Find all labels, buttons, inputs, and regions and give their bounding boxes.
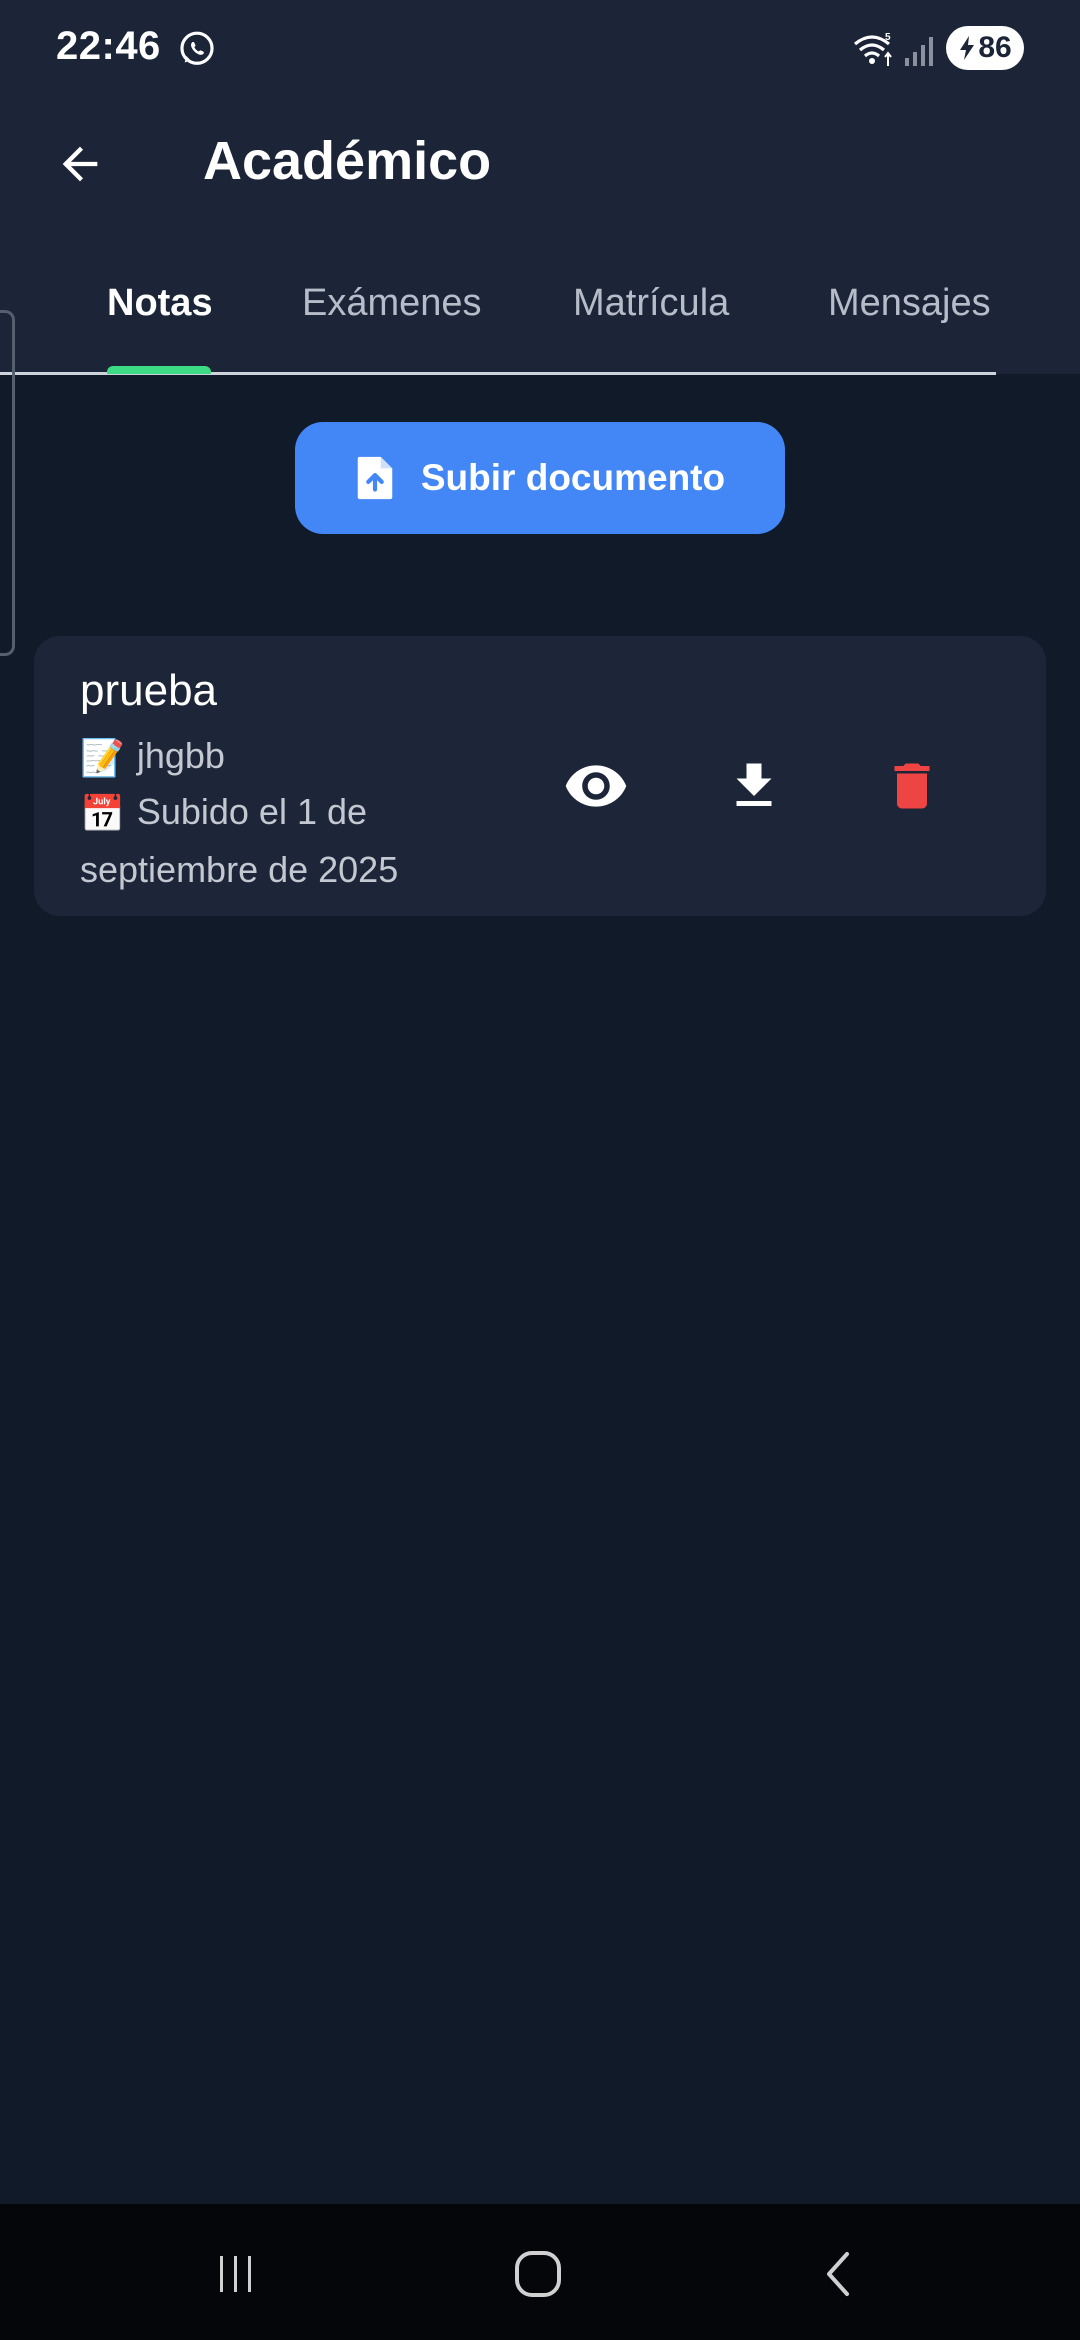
- eye-icon: [565, 765, 627, 807]
- document-card: prueba 📝 jhgbb 📅 Subido el 1 de septiembre…: [34, 636, 1046, 916]
- back-button[interactable]: [44, 128, 116, 200]
- signal-icon: [905, 37, 933, 66]
- document-title: prueba: [80, 666, 218, 715]
- download-document-button[interactable]: [714, 746, 794, 826]
- delete-document-button[interactable]: [872, 746, 952, 826]
- edge-panel-handle[interactable]: [0, 310, 15, 656]
- document-upload-date: 📅 Subido el 1 de septiembre de 2025: [80, 784, 520, 898]
- status-bar: 22:46 5 86: [0, 0, 1080, 100]
- tab-notas[interactable]: Notas: [107, 282, 213, 325]
- back-icon: [827, 2252, 849, 2296]
- tab-mensajes[interactable]: Mensajes: [828, 282, 991, 325]
- file-upload-icon: [357, 456, 393, 500]
- trash-icon: [894, 763, 930, 809]
- calendar-icon: 📅: [80, 793, 125, 835]
- system-back-button[interactable]: [800, 2244, 880, 2304]
- wifi-icon: 5: [853, 32, 892, 66]
- page-title: Académico: [203, 131, 492, 191]
- svg-text:5: 5: [885, 32, 891, 43]
- charging-bolt-icon: [960, 36, 975, 60]
- home-icon: [515, 2251, 561, 2297]
- tab-matricula[interactable]: Matrícula: [573, 282, 729, 325]
- tab-examenes[interactable]: Exámenes: [302, 282, 482, 325]
- download-icon: [736, 763, 772, 806]
- upload-document-button[interactable]: Subir documento: [295, 422, 785, 534]
- battery-level: 86: [978, 31, 1012, 64]
- upload-button-label: Subir documento: [420, 457, 726, 498]
- document-description-text: jhgbb: [136, 735, 225, 776]
- status-time: 22:46: [56, 24, 161, 68]
- tab-indicator: [107, 366, 211, 374]
- view-document-button[interactable]: [556, 746, 636, 826]
- app-bar: Académico: [0, 100, 1080, 230]
- system-navigation-bar: [0, 2204, 1080, 2340]
- battery-icon: 86: [946, 26, 1024, 70]
- recents-button[interactable]: [196, 2244, 276, 2304]
- recents-icon: [220, 2256, 251, 2292]
- whatsapp-icon: [180, 31, 214, 65]
- screen: 22:46 5 86 Académico Notas Exámenes Matr…: [0, 0, 1080, 2340]
- document-description: 📝 jhgbb: [80, 728, 225, 786]
- memo-icon: 📝: [80, 737, 125, 779]
- arrow-left-icon: [62, 146, 98, 182]
- tab-bar: Notas Exámenes Matrícula Mensajes: [0, 262, 1080, 375]
- home-button[interactable]: [498, 2244, 578, 2304]
- document-upload-date-text: Subido el 1 de septiembre de 2025: [80, 791, 399, 891]
